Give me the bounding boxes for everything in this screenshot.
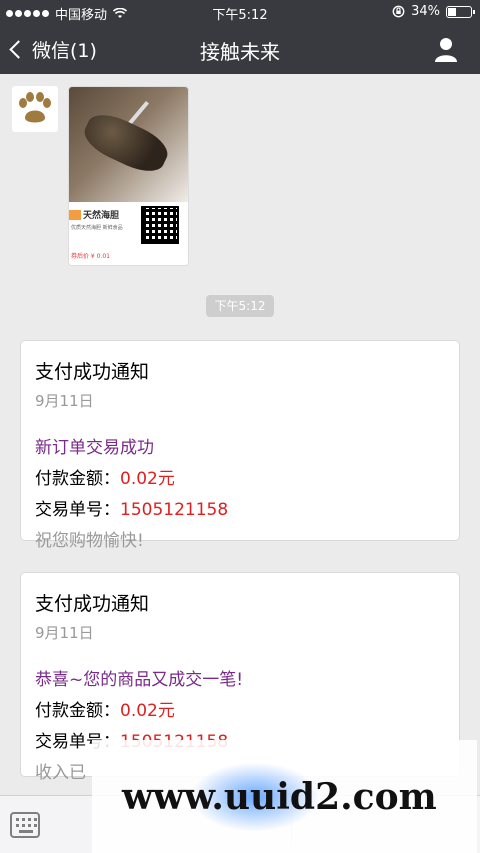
status-right: 34% bbox=[392, 4, 475, 19]
product-name: 天然海胆 bbox=[83, 211, 120, 221]
promo-tag bbox=[69, 210, 81, 220]
amount-row: 付款金额：0.02元 bbox=[35, 464, 445, 489]
card-date: 9月11日 bbox=[35, 392, 94, 410]
top-bar: 中国移动 下午5:12 34% 微信(1) 接触未来 bbox=[0, 0, 480, 74]
product-photo bbox=[69, 87, 188, 202]
product-sub: 优质天然海胆 新鲜食品 bbox=[71, 225, 123, 231]
battery-percent: 34% bbox=[411, 4, 440, 19]
watermark-overlay: www.uuid2.com bbox=[92, 740, 477, 853]
product-price: 券后价 ¥ 0.01 bbox=[71, 253, 110, 260]
amount-label: 付款金额： bbox=[35, 469, 120, 489]
message-timestamp: 下午5:12 bbox=[206, 295, 274, 317]
order-row: 交易单号：1505121158 bbox=[35, 495, 445, 520]
order-label: 交易单号： bbox=[35, 500, 120, 520]
card-title: 支付成功通知 bbox=[35, 361, 150, 383]
amount-label: 付款金额： bbox=[35, 701, 120, 721]
image-message[interactable]: 天然海胆 优质天然海胆 新鲜食品 券后价 ¥ 0.01 bbox=[68, 86, 189, 266]
qr-code bbox=[141, 206, 179, 244]
nav-bar: 微信(1) 接触未来 bbox=[0, 24, 480, 74]
order-value: 1505121158 bbox=[120, 500, 229, 520]
profile-button[interactable] bbox=[434, 36, 458, 62]
card-footer: 祝您购物愉快! bbox=[35, 531, 144, 551]
watermark-text: www.uuid2.com bbox=[122, 776, 437, 818]
card-date: 9月11日 bbox=[35, 624, 94, 642]
sea-food-graphic bbox=[78, 106, 174, 180]
card-title: 支付成功通知 bbox=[35, 593, 150, 615]
card-headline: 恭喜~您的商品又成交一笔! bbox=[35, 670, 244, 690]
keyboard-icon[interactable] bbox=[10, 812, 40, 838]
battery-icon bbox=[446, 5, 475, 18]
payment-notice-card[interactable]: 支付成功通知 9月11日 新订单交易成功 付款金额：0.02元 交易单号：150… bbox=[20, 340, 460, 551]
card-headline: 新订单交易成功 bbox=[35, 438, 154, 458]
product-promo: 天然海胆 优质天然海胆 新鲜食品 券后价 ¥ 0.01 bbox=[69, 202, 188, 265]
sender-avatar[interactable] bbox=[12, 86, 58, 132]
orientation-lock-icon bbox=[392, 5, 405, 18]
status-bar: 中国移动 下午5:12 34% bbox=[0, 0, 480, 24]
amount-row: 付款金额：0.02元 bbox=[35, 696, 445, 721]
chat-title: 接触未来 bbox=[200, 40, 280, 64]
amount-value: 0.02元 bbox=[120, 701, 175, 721]
amount-value: 0.02元 bbox=[120, 469, 175, 489]
paw-icon bbox=[19, 92, 51, 123]
